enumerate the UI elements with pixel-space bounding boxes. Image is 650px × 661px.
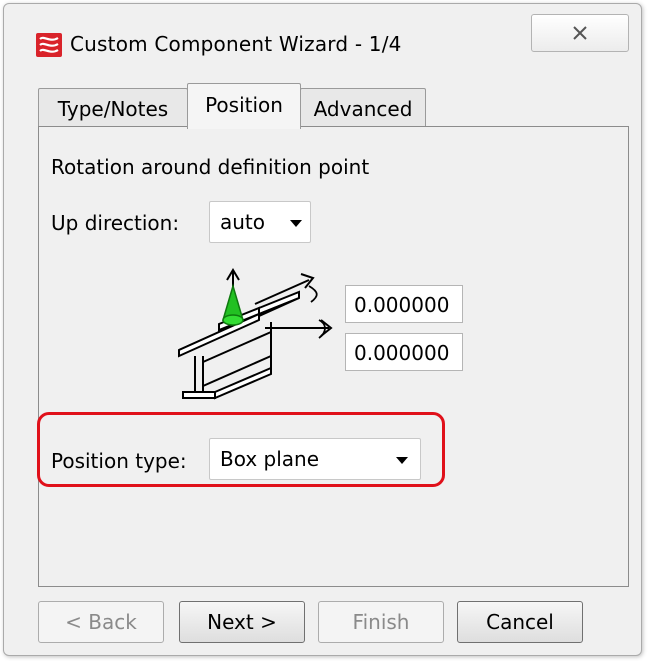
tab-advanced[interactable]: Advanced	[300, 88, 426, 129]
rotation-value-2-field[interactable]: 0.000000	[345, 333, 463, 371]
position-type-highlight	[37, 412, 445, 487]
cancel-button[interactable]: Cancel	[457, 601, 583, 643]
wizard-window: Custom Component Wizard - 1/4 Type/Notes…	[3, 3, 642, 656]
title-bar: Custom Component Wizard - 1/4	[4, 4, 641, 76]
chevron-down-icon	[290, 220, 302, 227]
back-button[interactable]: < Back	[38, 601, 164, 643]
up-direction-label: Up direction:	[51, 211, 180, 235]
next-button[interactable]: Next >	[179, 601, 305, 643]
tab-type-notes[interactable]: Type/Notes	[38, 88, 188, 129]
finish-button[interactable]: Finish	[318, 601, 444, 643]
up-direction-value: auto	[220, 210, 266, 234]
position-panel: Rotation around definition point Up dire…	[38, 126, 629, 587]
close-button[interactable]	[531, 14, 629, 52]
up-direction-dropdown[interactable]: auto	[209, 201, 311, 243]
window-title: Custom Component Wizard - 1/4	[70, 32, 402, 56]
close-icon	[573, 26, 587, 40]
tab-position[interactable]: Position	[187, 83, 301, 129]
rotation-value-1-field[interactable]: 0.000000	[345, 285, 463, 323]
beam-rotation-diagram-icon	[178, 268, 333, 400]
rotation-heading: Rotation around definition point	[51, 155, 370, 179]
app-logo-icon	[36, 33, 62, 57]
